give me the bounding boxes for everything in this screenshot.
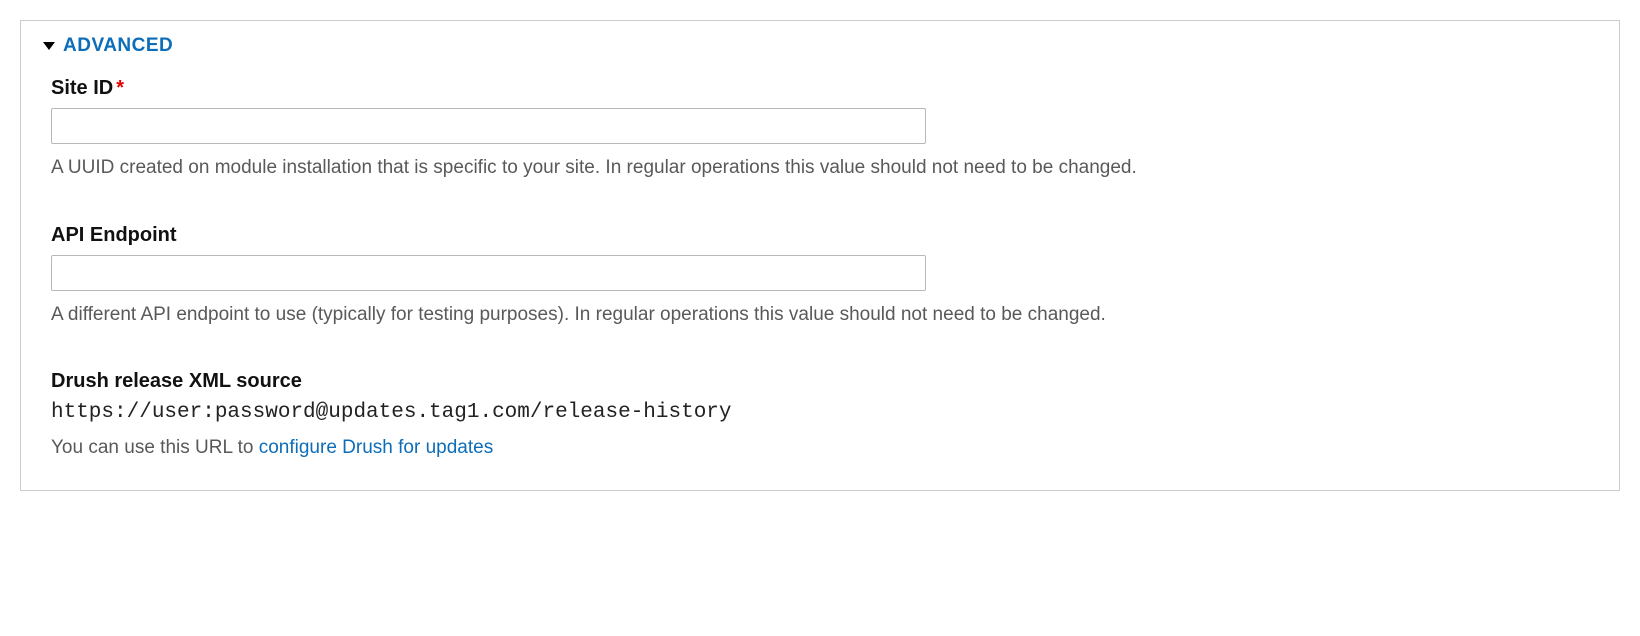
api-endpoint-form-item: API Endpoint A different API endpoint to… (21, 224, 1619, 329)
site-id-description: A UUID created on module installation th… (51, 154, 1589, 182)
drush-description: You can use this URL to configure Drush … (51, 434, 1589, 462)
configure-drush-link[interactable]: configure Drush for updates (259, 437, 493, 458)
site-id-label: Site ID* (51, 77, 1589, 100)
advanced-legend-text: ADVANCED (63, 35, 173, 57)
api-endpoint-description: A different API endpoint to use (typical… (51, 301, 1589, 329)
drush-description-prefix: You can use this URL to (51, 437, 259, 458)
caret-down-icon (43, 42, 55, 50)
drush-label: Drush release XML source (51, 370, 1589, 393)
advanced-fieldset: ADVANCED Site ID* A UUID created on modu… (20, 20, 1620, 491)
required-mark-icon: * (116, 77, 124, 99)
site-id-input[interactable] (51, 108, 926, 144)
drush-form-item: Drush release XML source https://user:pa… (21, 370, 1619, 462)
site-id-label-text: Site ID (51, 77, 113, 99)
api-endpoint-label: API Endpoint (51, 224, 1589, 247)
api-endpoint-input[interactable] (51, 255, 926, 291)
drush-source-value: https://user:password@updates.tag1.com/r… (51, 401, 1589, 424)
advanced-legend-toggle[interactable]: ADVANCED (21, 21, 1619, 77)
site-id-form-item: Site ID* A UUID created on module instal… (21, 77, 1619, 182)
